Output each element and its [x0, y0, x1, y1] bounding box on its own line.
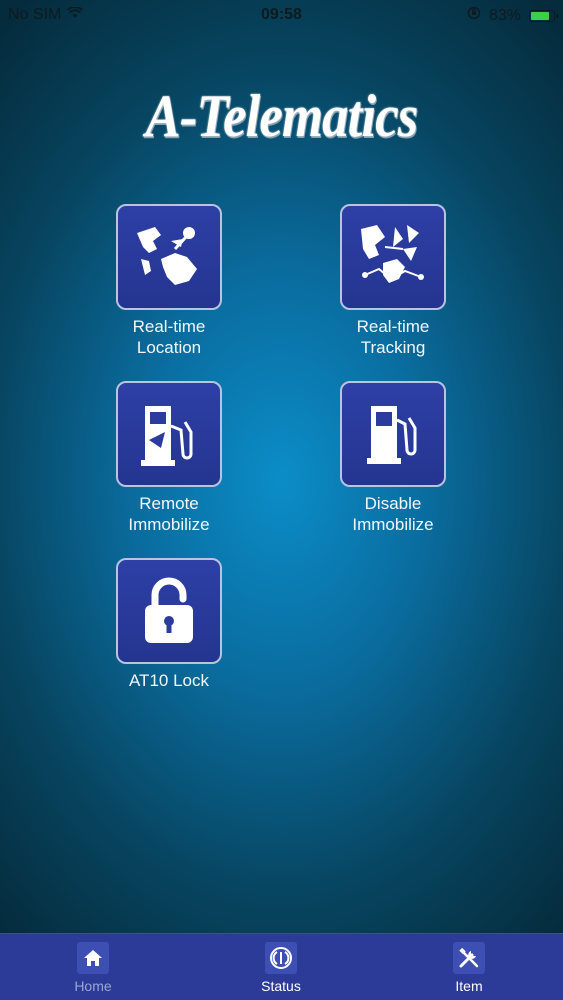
menu-item-at10-lock[interactable]: AT10 Lock — [79, 558, 259, 691]
battery-icon — [529, 9, 558, 22]
menu-item-label: Real-time Location — [132, 317, 206, 357]
battery-level — [531, 11, 549, 20]
menu-item-label: Remote Immobilize — [128, 494, 210, 534]
home-icon — [77, 942, 109, 974]
menu-item-disable-immobilize[interactable]: Disable Immobilize — [303, 381, 483, 535]
tools-icon — [453, 942, 485, 974]
orientation-lock-icon — [467, 6, 481, 25]
tab-home-label: Home — [74, 978, 112, 994]
menu-item-label: Real-time Tracking — [356, 317, 430, 357]
menu-item-remote-immobilize[interactable]: Remote Immobilize — [79, 381, 259, 535]
tab-status[interactable]: Status — [221, 942, 341, 994]
status-bar: No SIM 09:58 83% — [0, 0, 563, 30]
menu-item-label: Disable Immobilize — [352, 494, 434, 534]
menu-item-realtime-location[interactable]: Real-time Location — [79, 204, 259, 358]
globe-pin-icon — [116, 204, 222, 310]
status-icon — [265, 942, 297, 974]
map-route-icon — [340, 204, 446, 310]
tab-home[interactable]: Home — [33, 942, 153, 994]
padlock-open-icon — [116, 558, 222, 664]
menu-item-realtime-tracking[interactable]: Real-time Tracking — [303, 204, 483, 358]
menu-item-label: AT10 Lock — [128, 671, 209, 690]
tab-item-label: Item — [455, 978, 483, 994]
app-logo: A-Telematics — [145, 83, 418, 149]
tab-item[interactable]: Item — [409, 942, 529, 994]
tab-status-label: Status — [261, 978, 301, 994]
fuel-pump-hose-icon — [116, 381, 222, 487]
fuel-pump-icon — [340, 381, 446, 487]
battery-percent: 83% — [488, 6, 521, 24]
tab-bar: Home Status Item — [0, 933, 563, 1000]
